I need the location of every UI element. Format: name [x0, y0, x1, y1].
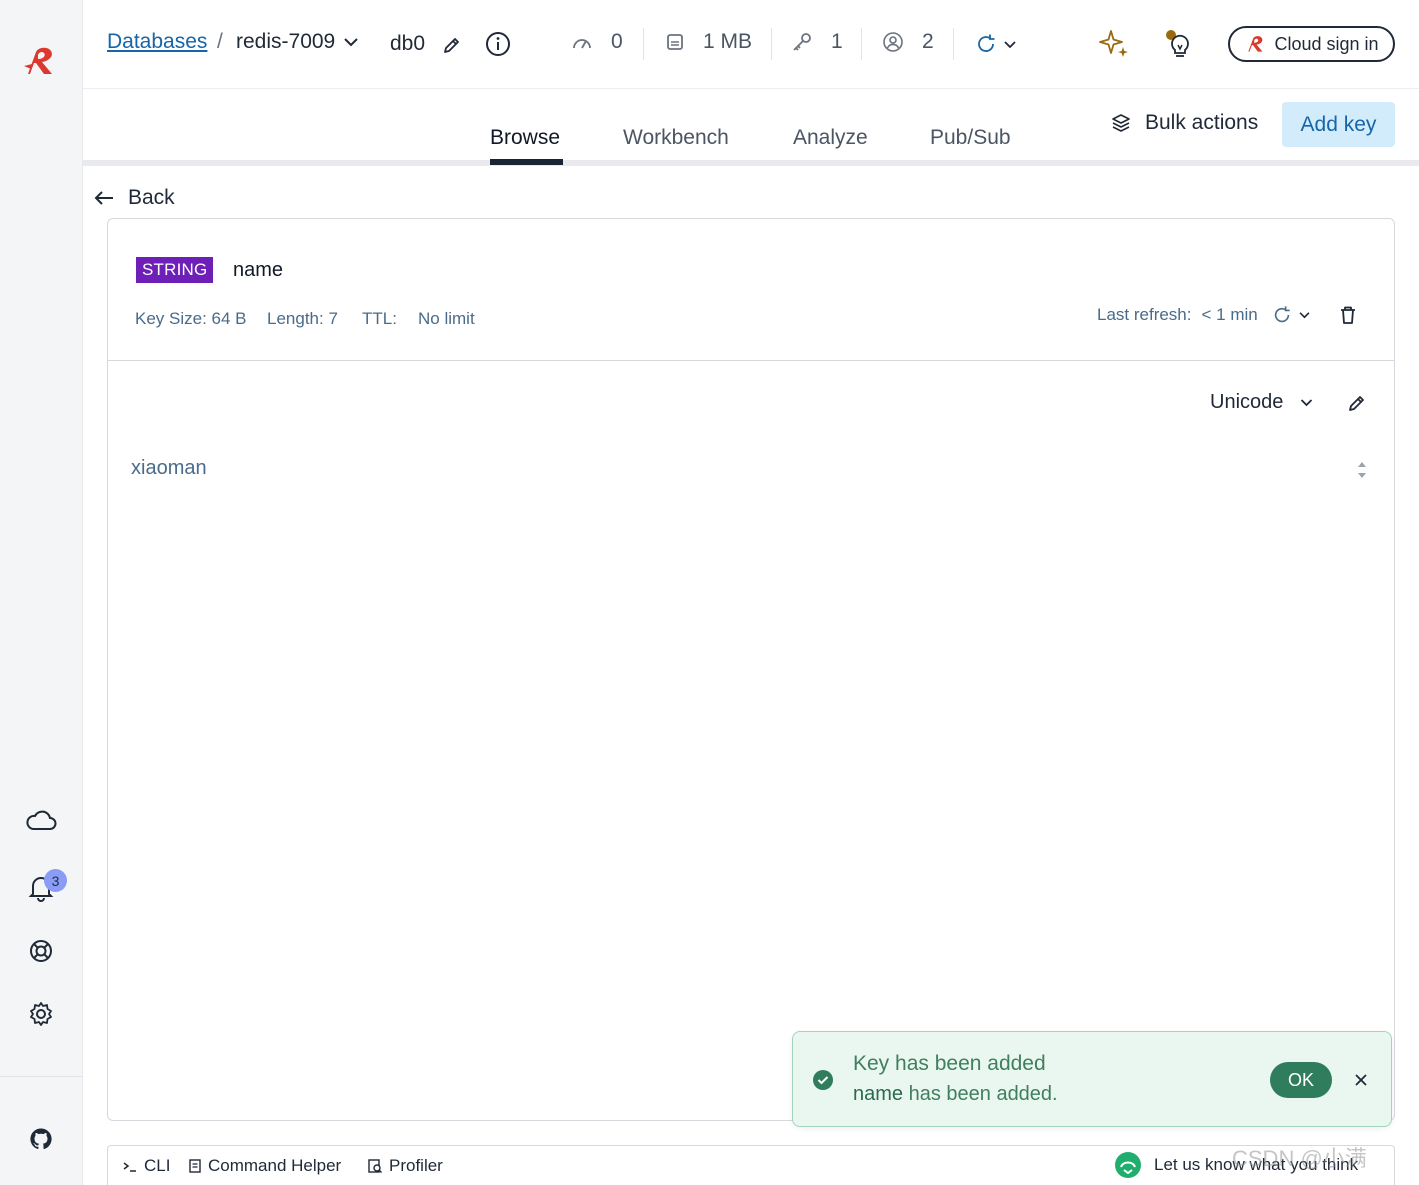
back-button[interactable]: Back — [94, 186, 175, 210]
success-check-icon — [813, 1070, 833, 1090]
feedback-label: Let us know what you think — [1154, 1155, 1359, 1174]
sidebar-divider — [0, 1076, 82, 1077]
key-ttl-label: TTL: — [362, 309, 397, 328]
command-helper-label: Command Helper — [208, 1156, 342, 1175]
feedback-link[interactable]: Let us know what you think — [1114, 1151, 1358, 1179]
stat-ops: 0 — [571, 30, 623, 54]
command-helper-button[interactable]: Command Helper — [188, 1156, 341, 1176]
breadcrumb-databases-link[interactable]: Databases — [107, 30, 207, 54]
toast-message: name has been added. — [853, 1083, 1058, 1106]
tab-pubsub[interactable]: Pub/Sub — [930, 126, 1011, 150]
resize-handle-icon[interactable] — [1354, 457, 1370, 483]
keys-value: 1 — [831, 30, 843, 53]
back-label: Back — [128, 186, 175, 209]
key-details-header: STRING name Key Size: 64 B Length: 7 TTL… — [108, 219, 1394, 361]
stat-clients: 2 — [882, 30, 934, 54]
ai-assistant-sparkle-icon[interactable] — [1096, 26, 1132, 62]
help-center-icon[interactable] — [24, 934, 58, 968]
bulk-actions-label: Bulk actions — [1145, 111, 1259, 134]
user-circle-icon — [883, 32, 903, 52]
tab-workbench[interactable]: Workbench — [623, 126, 729, 150]
info-icon[interactable] — [485, 31, 511, 57]
cloud-sign-in-label: Cloud sign in — [1274, 33, 1379, 54]
last-refresh-label: Last refresh: — [1097, 305, 1192, 324]
terminal-icon — [123, 1162, 136, 1172]
toast-key-name: name — [853, 1083, 904, 1105]
key-added-toast: Key has been added name has been added. … — [792, 1031, 1392, 1127]
stat-divider — [953, 28, 954, 60]
chevron-down-icon — [1301, 399, 1313, 407]
left-sidebar: 3 — [0, 0, 83, 1185]
ops-value: 0 — [611, 30, 623, 53]
memory-value: 1 MB — [703, 30, 753, 53]
database-name: redis-7009 — [236, 30, 336, 53]
chevron-down-icon — [344, 38, 358, 47]
profiler-button[interactable]: Profiler — [367, 1156, 443, 1176]
active-tab-indicator — [490, 159, 563, 165]
key-refresh-dropdown[interactable] — [1272, 305, 1311, 325]
bottom-panel-bar: CLI Command Helper Profiler Let us know … — [107, 1145, 1395, 1185]
profiler-icon — [368, 1159, 382, 1173]
document-icon — [189, 1159, 201, 1173]
stat-divider — [861, 28, 862, 60]
key-size: Key Size: 64 B — [135, 309, 247, 328]
tab-browse[interactable]: Browse — [490, 126, 560, 150]
stat-memory: 1 MB — [665, 30, 752, 54]
profiler-label: Profiler — [389, 1156, 443, 1175]
db-index: db0 — [390, 32, 426, 55]
refresh-icon — [978, 34, 995, 52]
toast-title: Key has been added — [853, 1052, 1046, 1075]
delete-key-trash-icon[interactable] — [1339, 305, 1357, 325]
top-header: Databases / redis-7009 db0 0 1 MB 1 2 Cl… — [83, 0, 1419, 89]
key-value-text[interactable]: xiaoman — [131, 457, 207, 480]
edit-db-pencil-icon[interactable] — [441, 34, 463, 56]
breadcrumb-separator: / — [217, 30, 223, 53]
stat-divider — [643, 28, 644, 60]
feedback-icon — [1115, 1152, 1141, 1178]
redis-logo-icon — [1248, 36, 1263, 52]
redis-logo-icon[interactable] — [22, 44, 60, 78]
stat-divider — [771, 28, 772, 60]
arrow-left-icon — [94, 191, 113, 205]
key-name[interactable]: name — [233, 259, 283, 282]
memory-icon — [667, 34, 683, 50]
key-details-panel: STRING name Key Size: 64 B Length: 7 TTL… — [107, 218, 1395, 1121]
cli-button[interactable]: CLI — [122, 1156, 170, 1176]
auto-refresh-dropdown[interactable] — [973, 32, 1019, 56]
toast-ok-button[interactable]: OK — [1270, 1062, 1332, 1098]
last-refresh-value: < 1 min — [1201, 305, 1258, 324]
key-ttl-value[interactable]: No limit — [418, 309, 475, 329]
github-icon[interactable] — [24, 1122, 58, 1156]
close-icon[interactable] — [1353, 1072, 1369, 1088]
bulk-actions-button[interactable]: Bulk actions — [1111, 111, 1258, 135]
cloud-sign-in-button[interactable]: Cloud sign in — [1228, 26, 1395, 62]
notification-count-badge: 3 — [44, 869, 67, 892]
insights-lightbulb-icon[interactable] — [1163, 27, 1197, 61]
toast-message-suffix: has been added. — [903, 1083, 1058, 1105]
layers-icon — [1112, 114, 1130, 132]
cli-label: CLI — [144, 1156, 171, 1175]
value-format-select[interactable]: Unicode — [1210, 391, 1314, 414]
tab-analyze[interactable]: Analyze — [793, 126, 868, 150]
key-length: Length: 7 — [267, 309, 338, 328]
settings-gear-icon[interactable] — [24, 997, 58, 1031]
key-icon — [793, 33, 811, 51]
stat-keys: 1 — [791, 30, 843, 54]
refresh-icon — [1274, 306, 1290, 323]
speedometer-icon — [573, 39, 591, 49]
key-type-badge: STRING — [136, 257, 214, 283]
chevron-down-icon — [1004, 40, 1016, 48]
cloud-icon[interactable] — [24, 803, 58, 837]
chevron-down-icon — [1299, 312, 1310, 319]
add-key-button[interactable]: Add key — [1282, 102, 1395, 147]
clients-value: 2 — [922, 30, 934, 53]
main-tabs-bar: Browse Workbench Analyze Pub/Sub Bulk ac… — [83, 89, 1419, 167]
last-refresh: Last refresh: < 1 min — [1097, 305, 1357, 325]
value-format-label: Unicode — [1210, 391, 1284, 413]
edit-value-pencil-icon[interactable] — [1346, 392, 1368, 414]
database-selector[interactable]: redis-7009 — [236, 30, 359, 54]
tabs-underline — [83, 160, 1419, 166]
